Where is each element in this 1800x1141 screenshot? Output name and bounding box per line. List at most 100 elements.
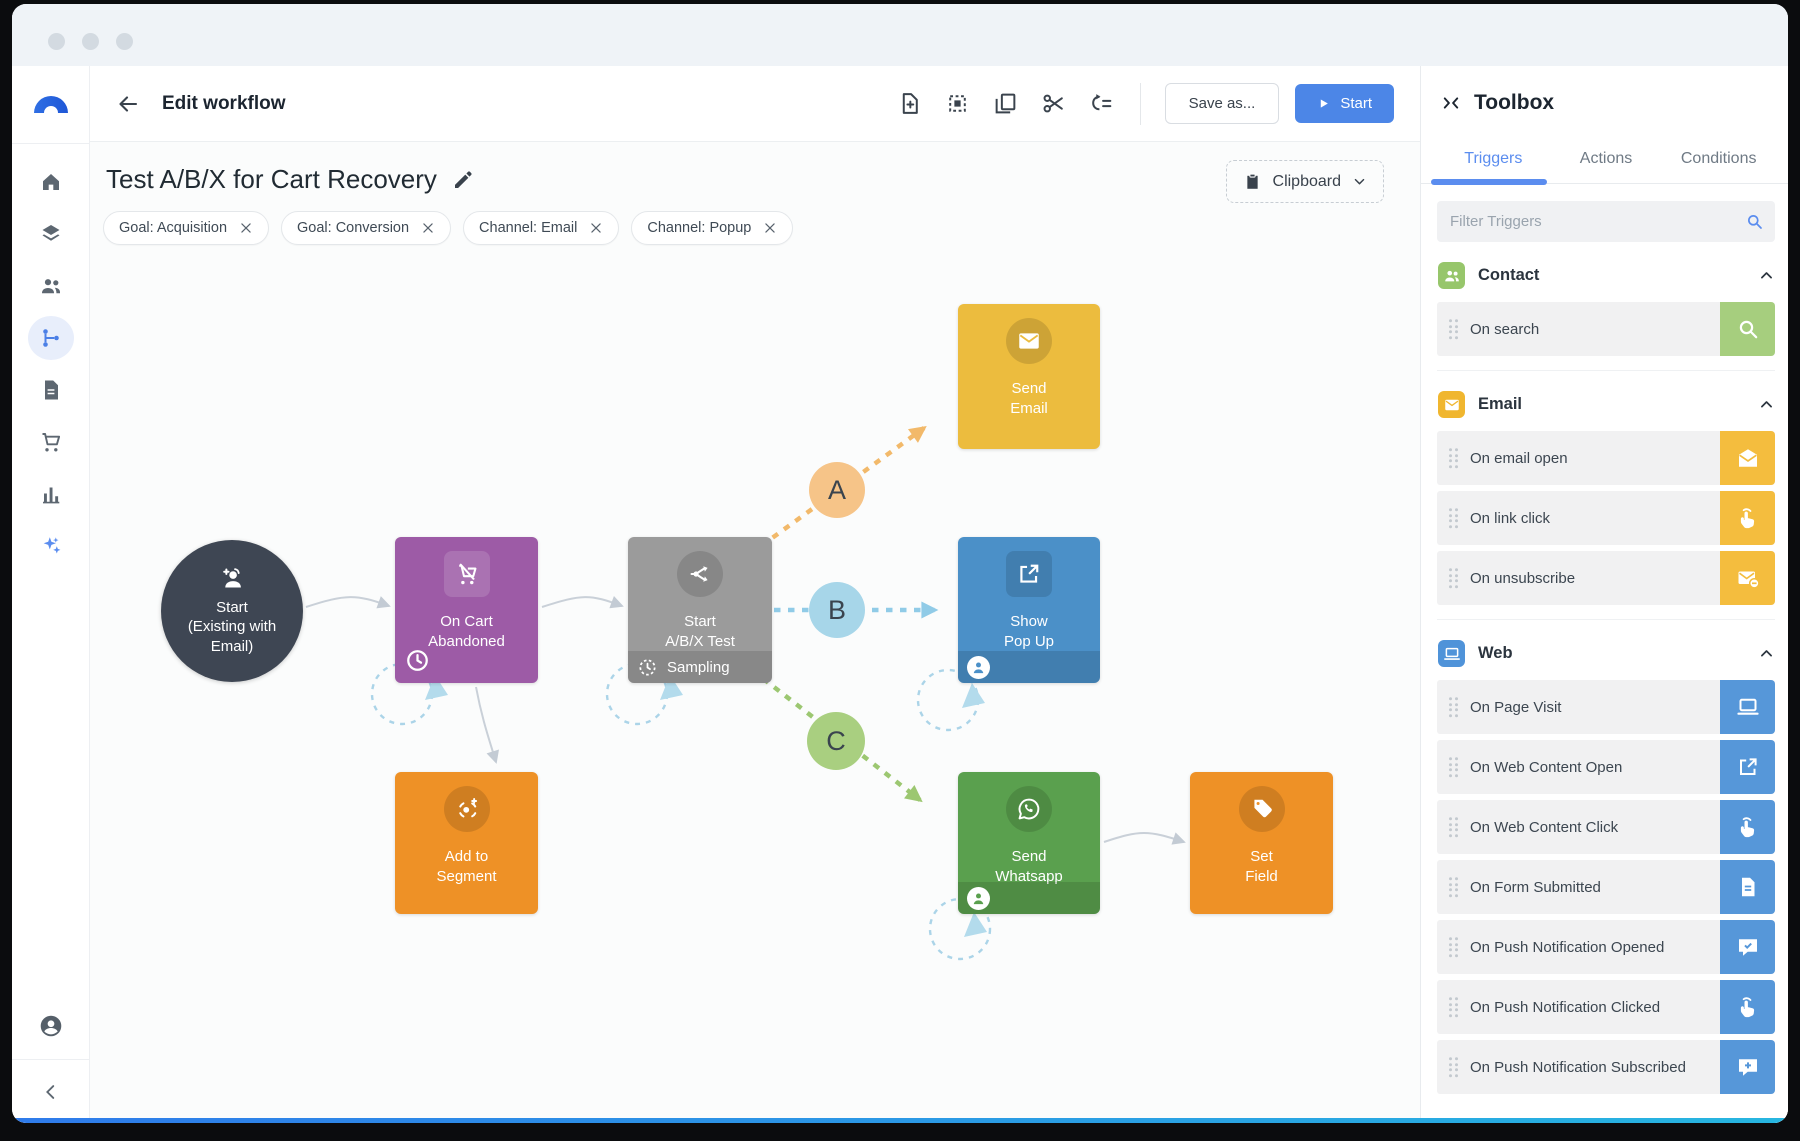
node-start[interactable]: Start (Existing with Email) <box>161 540 303 682</box>
sidebar-item-ai-assistant[interactable] <box>28 524 74 568</box>
click-icon <box>1736 506 1760 530</box>
trigger-item[interactable]: On unsubscribe <box>1437 551 1775 605</box>
node-add-to-segment[interactable]: Add to Segment <box>395 772 538 914</box>
sidebar-item-analytics[interactable] <box>28 472 74 516</box>
chevron-up-icon[interactable] <box>1758 396 1775 413</box>
window-control-dot[interactable] <box>48 33 65 50</box>
trigger-item[interactable]: On Push Notification Subscribed <box>1437 1040 1775 1094</box>
tab-conditions[interactable]: Conditions <box>1662 140 1775 183</box>
cut-button[interactable] <box>1040 90 1068 118</box>
filter-triggers-input[interactable] <box>1437 201 1775 242</box>
node-cart-abandoned[interactable]: On Cart Abandoned <box>395 537 538 683</box>
click-icon <box>1736 815 1760 839</box>
section-icon <box>1438 391 1465 418</box>
node-label: Start A/B/X Test <box>665 612 735 651</box>
chat-plus-icon <box>1736 1055 1760 1079</box>
toolbar-divider <box>1140 83 1141 125</box>
drag-handle-icon[interactable] <box>1449 937 1458 957</box>
remove-tag-icon[interactable] <box>763 221 777 235</box>
trigger-item[interactable]: On Form Submitted <box>1437 860 1775 914</box>
node-send-whatsapp[interactable]: Send Whatsapp <box>958 772 1100 914</box>
laptop-icon <box>1720 680 1775 734</box>
drag-handle-icon[interactable] <box>1449 817 1458 837</box>
drag-handle-icon[interactable] <box>1449 319 1458 339</box>
envelope-icon <box>1016 328 1042 354</box>
drag-handle-icon[interactable] <box>1449 997 1458 1017</box>
window-control-dot[interactable] <box>116 33 133 50</box>
envelope-open-icon <box>1720 431 1775 485</box>
sidebar-item-account[interactable] <box>12 993 89 1059</box>
external-link-icon <box>1016 561 1042 587</box>
trigger-label: On Push Notification Opened <box>1437 939 1664 956</box>
drag-handle-icon[interactable] <box>1449 508 1458 528</box>
collapse-panel-icon[interactable] <box>1441 93 1461 113</box>
changelog-button[interactable] <box>1088 90 1116 118</box>
remove-tag-icon[interactable] <box>239 221 253 235</box>
trigger-item[interactable]: On Push Notification Opened <box>1437 920 1775 974</box>
trigger-item[interactable]: On Web Content Click <box>1437 800 1775 854</box>
remove-tag-icon[interactable] <box>589 221 603 235</box>
sidebar-item-layers[interactable] <box>28 212 74 256</box>
chat-plus-icon <box>1720 1040 1775 1094</box>
drag-handle-icon[interactable] <box>1449 448 1458 468</box>
people-icon <box>39 274 63 298</box>
copy-button[interactable] <box>992 90 1020 118</box>
tag-label: Goal: Conversion <box>297 220 409 236</box>
drag-handle-icon[interactable] <box>1449 1057 1458 1077</box>
remove-tag-icon[interactable] <box>421 221 435 235</box>
edit-title-pencil-icon[interactable] <box>451 168 475 192</box>
workflow-tag: Channel: Popup <box>631 211 793 245</box>
workflow-canvas[interactable]: Test A/B/X for Cart Recovery Goal: Acqui… <box>90 142 1420 1123</box>
segment-icon <box>454 796 480 822</box>
tab-actions[interactable]: Actions <box>1550 140 1663 183</box>
app-logo[interactable] <box>12 66 89 144</box>
tag-label: Channel: Popup <box>647 220 751 236</box>
file-plus-icon <box>897 91 922 116</box>
trigger-item[interactable]: On search <box>1437 302 1775 356</box>
play-icon <box>1317 97 1330 110</box>
node-abx-test[interactable]: Start A/B/X Test Sampling <box>628 537 772 683</box>
select-all-icon <box>945 91 970 116</box>
tab-triggers[interactable]: Triggers <box>1437 140 1550 183</box>
start-button[interactable]: Start <box>1295 84 1394 123</box>
select-all-button[interactable] <box>944 90 972 118</box>
sidebar-item-audience[interactable] <box>28 264 74 308</box>
trigger-item[interactable]: On Push Notification Clicked <box>1437 980 1775 1034</box>
chevron-up-icon[interactable] <box>1758 645 1775 662</box>
node-send-email[interactable]: Send Email <box>958 304 1100 449</box>
drag-handle-icon[interactable] <box>1449 697 1458 717</box>
document-icon <box>39 378 63 402</box>
trigger-item[interactable]: On Web Content Open <box>1437 740 1775 794</box>
new-document-button[interactable] <box>896 90 924 118</box>
back-button[interactable] <box>108 84 148 124</box>
toolbox-panel: Toolbox TriggersActionsConditions Contac… <box>1420 66 1788 1123</box>
sidebar-item-documents[interactable] <box>28 368 74 412</box>
drag-handle-icon[interactable] <box>1449 757 1458 777</box>
sidebar-item-commerce[interactable] <box>28 420 74 464</box>
envelope-minus-icon <box>1736 566 1760 590</box>
desktop-background: Edit workflow Save as... Start Test A/B/… <box>0 0 1800 1141</box>
trigger-item[interactable]: On link click <box>1437 491 1775 545</box>
sidebar-item-home[interactable] <box>28 160 74 204</box>
node-type-badge <box>219 566 245 592</box>
trigger-item[interactable]: On email open <box>1437 431 1775 485</box>
drag-handle-icon[interactable] <box>1449 568 1458 588</box>
external-link-icon <box>1736 755 1760 779</box>
branch-label-B: B <box>809 582 865 638</box>
sidebar-item-collapse-sidebar[interactable] <box>12 1059 89 1123</box>
trigger-item[interactable]: On Page Visit <box>1437 680 1775 734</box>
node-label: Send Email <box>1010 379 1048 418</box>
brand-bottom-bar <box>12 1118 1788 1123</box>
node-show-popup[interactable]: Show Pop Up <box>958 537 1100 683</box>
sidebar-item-workflows[interactable] <box>28 316 74 360</box>
chevron-up-icon[interactable] <box>1758 267 1775 284</box>
section-label: Contact <box>1478 266 1745 285</box>
save-as-button[interactable]: Save as... <box>1165 83 1280 124</box>
sparkles-icon <box>39 534 63 558</box>
node-label: Add to Segment <box>436 847 496 886</box>
node-set-field[interactable]: Set Field <box>1190 772 1333 914</box>
drag-handle-icon[interactable] <box>1449 877 1458 897</box>
window-control-dot[interactable] <box>82 33 99 50</box>
node-footer-label: Sampling <box>667 659 730 676</box>
cart-off-icon <box>454 561 480 587</box>
